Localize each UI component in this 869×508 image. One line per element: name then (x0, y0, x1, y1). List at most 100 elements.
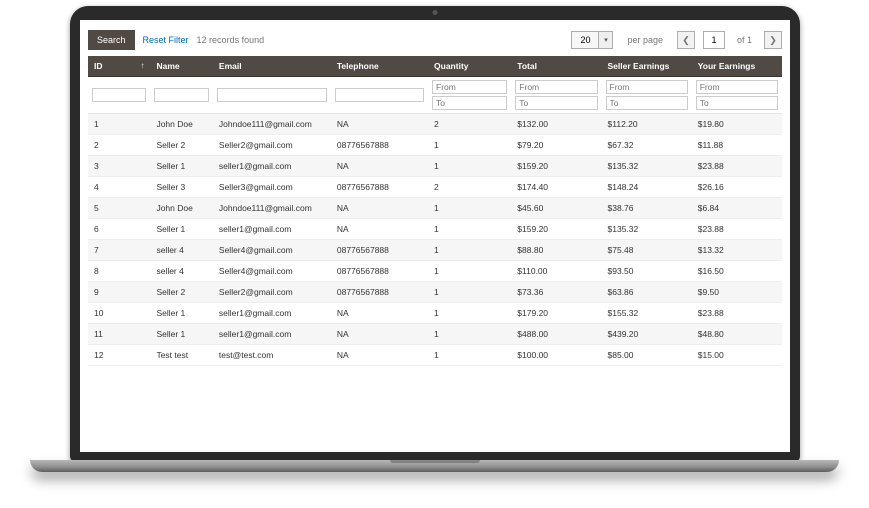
cell-tel: 08776567888 (331, 135, 428, 156)
cell-id: 1 (88, 114, 150, 135)
col-seller-earnings[interactable]: Seller Earnings (602, 56, 692, 77)
table-row[interactable]: 2Seller 2Seller2@gmail.com087765678881$7… (88, 135, 782, 156)
cell-tel: 08776567888 (331, 261, 428, 282)
table-row[interactable]: 10Seller 1seller1@gmail.comNA1$179.20$15… (88, 303, 782, 324)
camera-dot (433, 10, 438, 15)
table-row[interactable]: 11Seller 1seller1@gmail.comNA1$488.00$43… (88, 324, 782, 345)
table-row[interactable]: 5John DoeJohndoe111@gmail.comNA1$45.60$3… (88, 198, 782, 219)
next-page-button[interactable]: ❯ (764, 31, 782, 49)
cell-ye: $23.88 (692, 156, 782, 177)
table-row[interactable]: 7seller 4Seller4@gmail.com087765678881$8… (88, 240, 782, 261)
per-page-input[interactable] (571, 31, 599, 49)
filter-email[interactable] (217, 88, 327, 102)
cell-name: Seller 3 (150, 177, 212, 198)
cell-name: seller 4 (150, 261, 212, 282)
cell-tel: NA (331, 303, 428, 324)
filter-total-to[interactable] (515, 96, 597, 110)
search-button[interactable]: Search (88, 30, 135, 50)
cell-name: Seller 2 (150, 135, 212, 156)
cell-email: Seller3@gmail.com (213, 177, 331, 198)
cell-se: $135.32 (602, 156, 692, 177)
filter-se-from[interactable] (606, 80, 688, 94)
cell-se: $75.48 (602, 240, 692, 261)
cell-qty: 1 (428, 261, 511, 282)
cell-ye: $19.80 (692, 114, 782, 135)
cell-tel: 08776567888 (331, 282, 428, 303)
table-row[interactable]: 3Seller 1seller1@gmail.comNA1$159.20$135… (88, 156, 782, 177)
cell-se: $85.00 (602, 345, 692, 366)
cell-email: Seller2@gmail.com (213, 282, 331, 303)
page-input[interactable] (703, 31, 725, 49)
filter-qty-to[interactable] (432, 96, 507, 110)
filter-telephone[interactable] (335, 88, 424, 102)
col-quantity[interactable]: Quantity (428, 56, 511, 77)
cell-tel: NA (331, 324, 428, 345)
cell-qty: 1 (428, 219, 511, 240)
table-row[interactable]: 12Test testtest@test.comNA1$100.00$85.00… (88, 345, 782, 366)
cell-email: seller1@gmail.com (213, 156, 331, 177)
per-page-selector[interactable]: ▾ (571, 31, 613, 49)
cell-id: 5 (88, 198, 150, 219)
cell-ye: $16.50 (692, 261, 782, 282)
cell-email: Seller4@gmail.com (213, 261, 331, 282)
cell-email: Seller4@gmail.com (213, 240, 331, 261)
filter-ye-from[interactable] (696, 80, 778, 94)
filter-ye-to[interactable] (696, 96, 778, 110)
filter-total-from[interactable] (515, 80, 597, 94)
cell-total: $73.36 (511, 282, 601, 303)
cell-tel: NA (331, 156, 428, 177)
cell-ye: $26.16 (692, 177, 782, 198)
cell-total: $110.00 (511, 261, 601, 282)
reset-filter-link[interactable]: Reset Filter (143, 35, 189, 45)
cell-total: $45.60 (511, 198, 601, 219)
cell-id: 4 (88, 177, 150, 198)
cell-email: seller1@gmail.com (213, 219, 331, 240)
cell-ye: $11.88 (692, 135, 782, 156)
filter-id[interactable] (92, 88, 146, 102)
cell-total: $88.80 (511, 240, 601, 261)
table-row[interactable]: 8seller 4Seller4@gmail.com087765678881$1… (88, 261, 782, 282)
col-email[interactable]: Email (213, 56, 331, 77)
table-row[interactable]: 1John DoeJohndoe111@gmail.comNA2$132.00$… (88, 114, 782, 135)
cell-total: $132.00 (511, 114, 601, 135)
laptop-base (30, 460, 839, 472)
cell-email: Johndoe111@gmail.com (213, 198, 331, 219)
col-your-earnings[interactable]: Your Earnings (692, 56, 782, 77)
filter-row (88, 77, 782, 114)
records-found-label: 12 records found (197, 35, 265, 45)
cell-name: Seller 1 (150, 324, 212, 345)
cell-name: Seller 1 (150, 219, 212, 240)
chevron-down-icon[interactable]: ▾ (599, 31, 613, 49)
cell-name: Seller 2 (150, 282, 212, 303)
table-row[interactable]: 9Seller 2Seller2@gmail.com087765678881$7… (88, 282, 782, 303)
cell-tel: NA (331, 114, 428, 135)
cell-ye: $6.84 (692, 198, 782, 219)
cell-qty: 1 (428, 198, 511, 219)
cell-ye: $15.00 (692, 345, 782, 366)
col-id[interactable]: ID↑ (88, 56, 150, 77)
table-row[interactable]: 6Seller 1seller1@gmail.comNA1$159.20$135… (88, 219, 782, 240)
table-row[interactable]: 4Seller 3Seller3@gmail.com087765678882$1… (88, 177, 782, 198)
col-name[interactable]: Name (150, 56, 212, 77)
cell-id: 11 (88, 324, 150, 345)
cell-email: Johndoe111@gmail.com (213, 114, 331, 135)
cell-se: $135.32 (602, 219, 692, 240)
cell-id: 6 (88, 219, 150, 240)
col-telephone[interactable]: Telephone (331, 56, 428, 77)
prev-page-button[interactable]: ❮ (677, 31, 695, 49)
cell-qty: 1 (428, 156, 511, 177)
cell-name: John Doe (150, 198, 212, 219)
cell-id: 7 (88, 240, 150, 261)
col-total[interactable]: Total (511, 56, 601, 77)
cell-ye: $48.80 (692, 324, 782, 345)
cell-ye: $23.88 (692, 303, 782, 324)
cell-total: $159.20 (511, 219, 601, 240)
filter-se-to[interactable] (606, 96, 688, 110)
cell-se: $155.32 (602, 303, 692, 324)
cell-id: 9 (88, 282, 150, 303)
sort-asc-icon: ↑ (140, 61, 144, 70)
filter-qty-from[interactable] (432, 80, 507, 94)
filter-name[interactable] (154, 88, 208, 102)
cell-name: Seller 1 (150, 303, 212, 324)
cell-qty: 1 (428, 324, 511, 345)
